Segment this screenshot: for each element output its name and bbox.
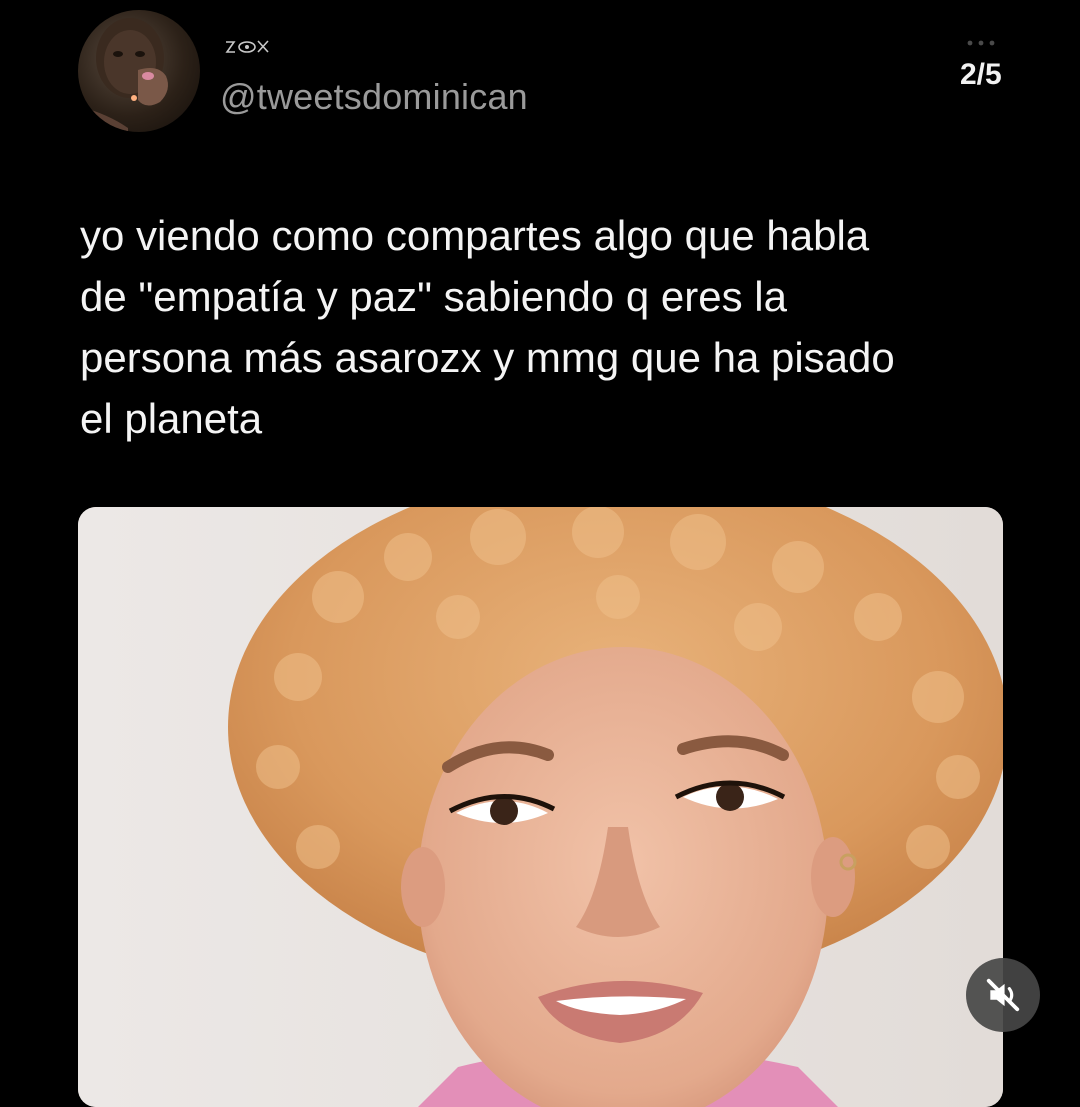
muted-speaker-icon bbox=[986, 978, 1020, 1012]
tweet-text: yo viendo como compartes algo que habla … bbox=[80, 205, 1020, 449]
tweet-media-video[interactable] bbox=[78, 507, 1003, 1107]
author-handle[interactable]: @tweetsdominican bbox=[220, 76, 528, 118]
page-indicator: 2/5 bbox=[960, 58, 1002, 91]
video-frame bbox=[78, 507, 1003, 1107]
avatar-photo bbox=[78, 18, 168, 132]
tweet-text-line: de "empatía y paz" sabiendo q eres la bbox=[80, 273, 787, 320]
tweet-text-line: persona más asarozx y mmg que ha pisado bbox=[80, 334, 895, 381]
tweet-text-line: yo viendo como compartes algo que habla bbox=[80, 212, 870, 259]
tweet-text-line: el planeta bbox=[80, 395, 263, 442]
eye-glyph-icon bbox=[225, 40, 269, 53]
mute-button[interactable] bbox=[966, 958, 1040, 1032]
author-avatar[interactable] bbox=[78, 10, 200, 132]
more-dots-icon[interactable] bbox=[965, 38, 997, 48]
